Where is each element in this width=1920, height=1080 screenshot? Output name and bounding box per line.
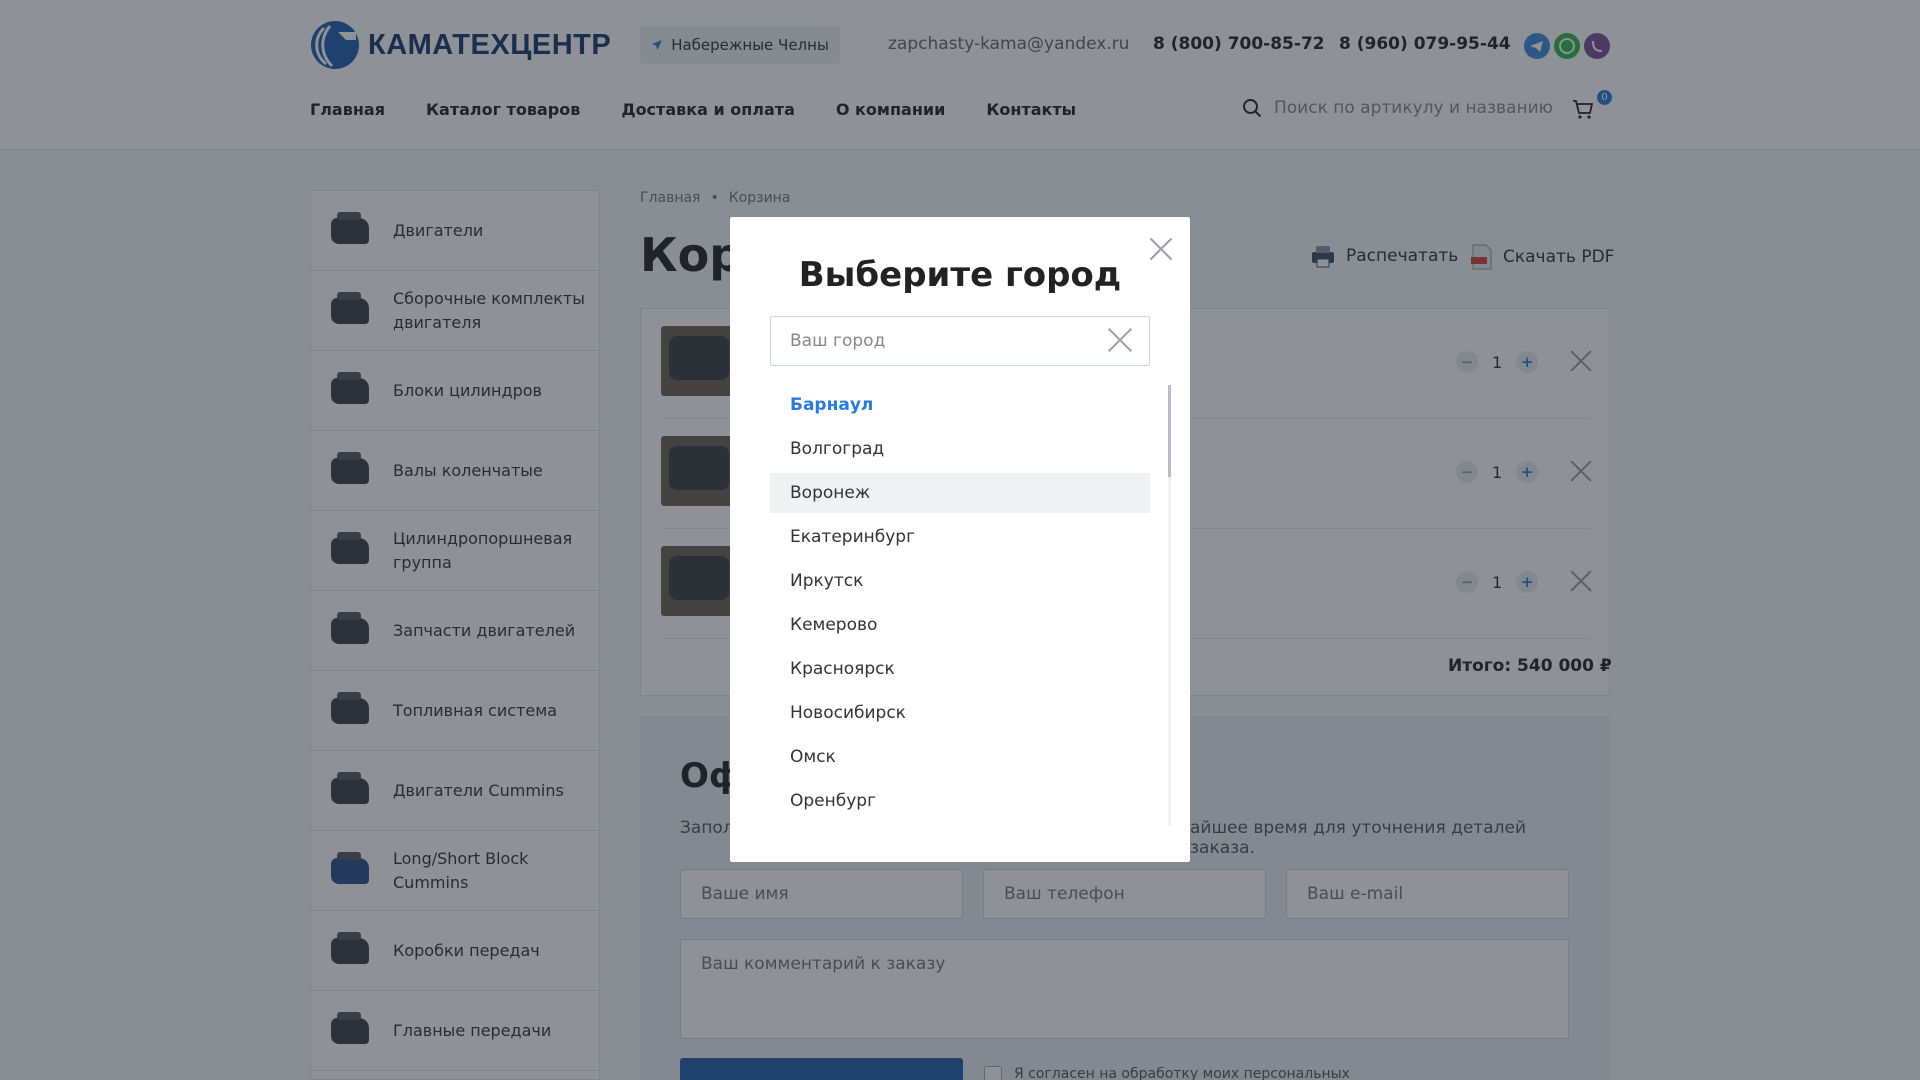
city-select-modal: Выберите город Барнаул Волгоград Воронеж…	[730, 217, 1190, 862]
clear-input-icon[interactable]	[1107, 327, 1133, 353]
city-option-irkutsk[interactable]: Иркутск	[770, 561, 1150, 601]
city-option-krasnoyarsk[interactable]: Красноярск	[770, 649, 1150, 689]
modal-title: Выберите город	[798, 255, 1122, 295]
city-option-kemerovo[interactable]: Кемерово	[770, 605, 1150, 645]
city-search-input[interactable]	[770, 316, 1150, 366]
city-option-novosibirsk[interactable]: Новосибирск	[770, 693, 1150, 733]
city-option-ekaterinburg[interactable]: Екатеринбург	[770, 517, 1150, 557]
city-option-orenburg[interactable]: Оренбург	[770, 781, 1150, 821]
city-option-voronezh[interactable]: Воронеж	[770, 473, 1150, 513]
city-option-omsk[interactable]: Омск	[770, 737, 1150, 777]
scrollbar-thumb[interactable]	[1168, 385, 1171, 477]
city-option-barnaul[interactable]: Барнаул	[770, 385, 1150, 425]
city-option-volgograd[interactable]: Волгоград	[770, 429, 1150, 469]
city-list: Барнаул Волгоград Воронеж Екатеринбург И…	[770, 385, 1150, 825]
